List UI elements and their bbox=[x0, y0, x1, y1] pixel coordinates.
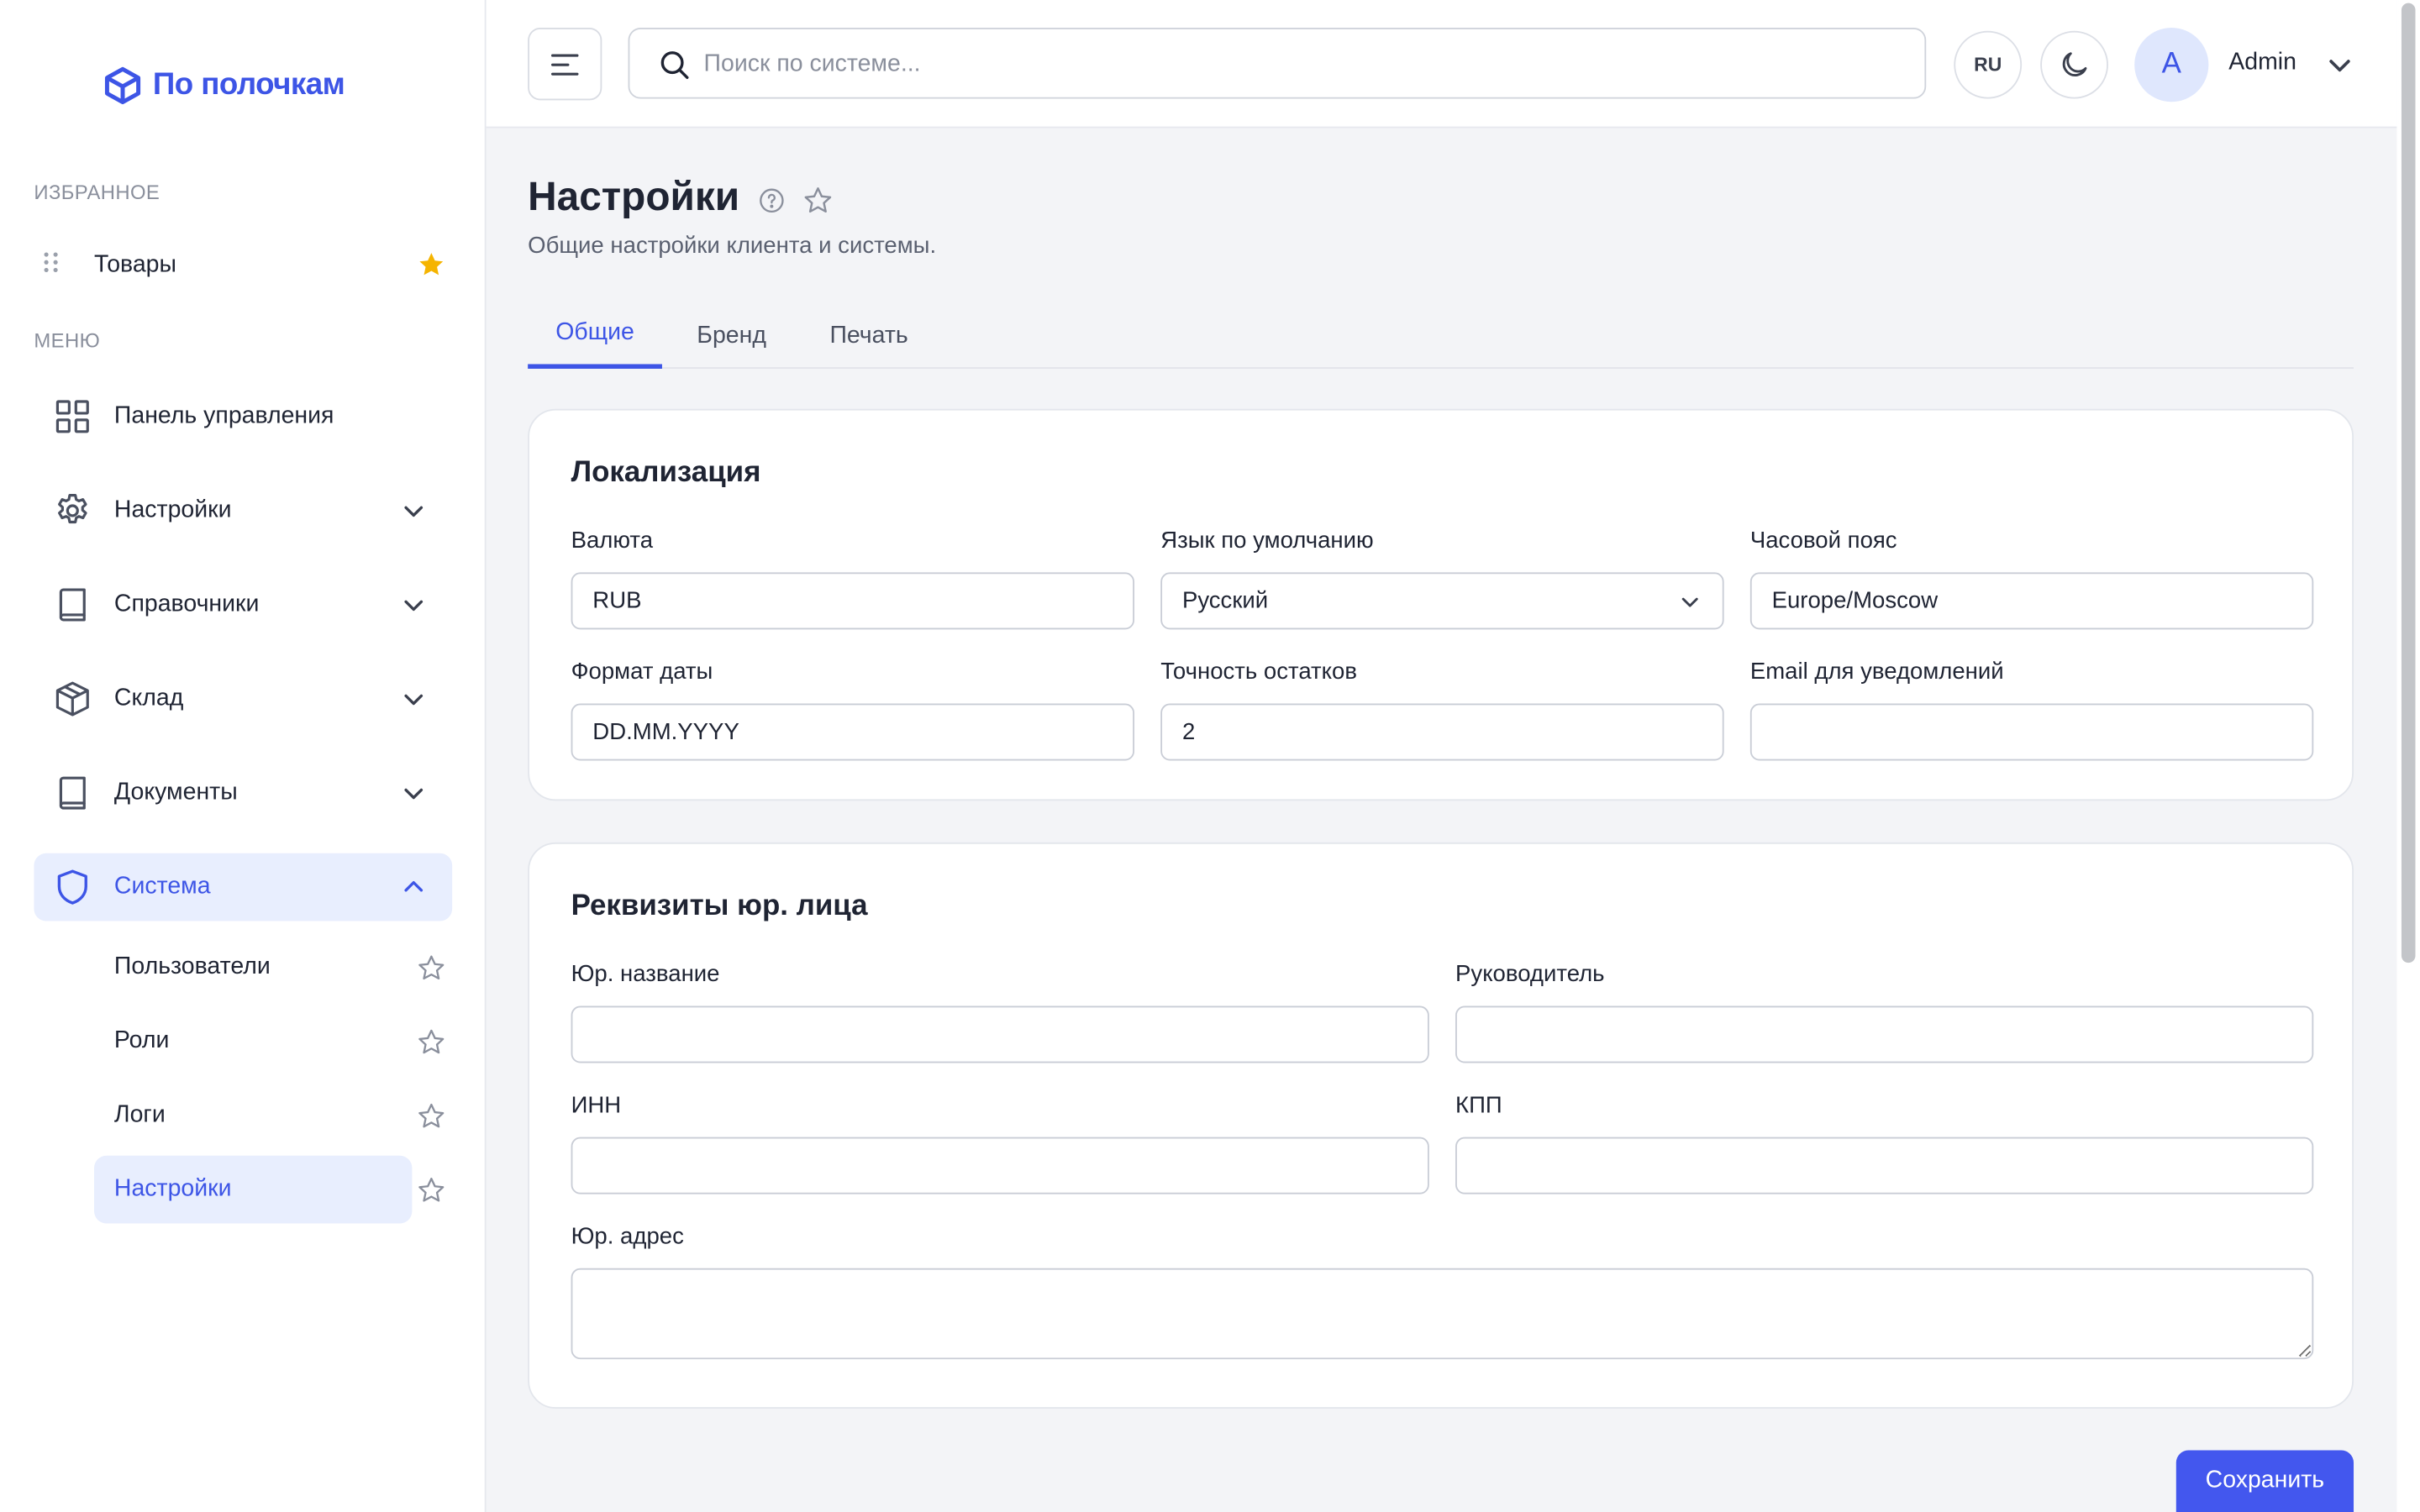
favorite-item-label: Товары bbox=[94, 251, 176, 278]
date-format-label: Формат даты bbox=[571, 659, 713, 685]
sidebar-item-documents[interactable]: Документы bbox=[34, 759, 452, 827]
currency-field[interactable] bbox=[571, 572, 1135, 630]
timezone-label: Часовой пояс bbox=[1749, 528, 1897, 554]
star-outline-icon[interactable] bbox=[417, 1176, 446, 1205]
star-outline-icon[interactable] bbox=[802, 185, 834, 216]
sidebar-item-settings[interactable]: Настройки bbox=[34, 477, 452, 545]
chevron-down-icon[interactable] bbox=[2326, 51, 2354, 79]
avatar[interactable]: A bbox=[2134, 28, 2209, 102]
shield-icon bbox=[57, 869, 87, 905]
sidebar-item-system[interactable]: Система bbox=[34, 853, 453, 921]
box-icon bbox=[55, 681, 89, 717]
sidebar-subitem-label: Пользователи bbox=[113, 953, 271, 980]
sidebar-item-label: Документы bbox=[113, 779, 238, 806]
legal-address-label: Юр. адрес bbox=[571, 1223, 684, 1250]
chevron-up-icon bbox=[404, 880, 424, 892]
tab-general[interactable]: Общие bbox=[528, 302, 662, 369]
notify-email-field[interactable] bbox=[1749, 703, 2314, 761]
legal-name-label: Юр. название bbox=[571, 961, 720, 988]
sidebar-item-label: Система bbox=[113, 873, 211, 900]
language-select[interactable]: Русский bbox=[1160, 572, 1724, 630]
brand-name: По полочкам bbox=[152, 67, 345, 102]
kpp-label: КПП bbox=[1455, 1092, 1502, 1119]
director-label: Руководитель bbox=[1455, 961, 1605, 988]
menu-icon bbox=[550, 53, 579, 75]
book-icon bbox=[59, 776, 86, 810]
director-field[interactable] bbox=[1455, 1005, 2314, 1063]
language-label: Язык по умолчанию bbox=[1160, 528, 1374, 554]
save-button[interactable]: Сохранить bbox=[2175, 1450, 2354, 1512]
kpp-field[interactable] bbox=[1455, 1137, 2314, 1194]
cube-logo-icon bbox=[104, 66, 141, 105]
stock-precision-field[interactable] bbox=[1160, 703, 1724, 761]
sidebar-item-label: Справочники bbox=[113, 591, 260, 617]
legal-details-card: Реквизиты юр. лица Юр. название Руководи… bbox=[528, 842, 2354, 1409]
tab-brand[interactable]: Бренд bbox=[675, 302, 789, 369]
language-select-value: Русский bbox=[1181, 587, 1269, 615]
inn-label: ИНН bbox=[571, 1092, 622, 1119]
star-outline-icon[interactable] bbox=[417, 953, 446, 983]
chevron-down-icon bbox=[404, 788, 424, 800]
sidebar-subitem-label: Логи bbox=[113, 1101, 166, 1128]
sidebar: По полочкам ИЗБРАННОЕ Товары МЕНЮ Панель… bbox=[0, 0, 487, 1512]
sidebar-item-warehouse[interactable]: Склад bbox=[34, 665, 452, 733]
inn-field[interactable] bbox=[571, 1137, 1429, 1194]
sidebar-subitem-settings[interactable]: Настройки bbox=[94, 1155, 413, 1224]
stock-precision-label: Точность остатков bbox=[1160, 659, 1357, 685]
sidebar-item-directories[interactable]: Справочники bbox=[34, 571, 452, 639]
grid-icon bbox=[55, 400, 89, 433]
page-title: Настройки bbox=[528, 172, 740, 219]
moon-icon bbox=[2062, 52, 2087, 76]
language-button[interactable]: RU bbox=[1954, 30, 2023, 99]
chevron-down-icon bbox=[1681, 597, 1698, 607]
localization-card: Локализация Валюта Язык по умолчанию Рус… bbox=[528, 408, 2354, 801]
topbar: RU A Admin bbox=[486, 0, 2397, 129]
tab-print[interactable]: Печать bbox=[812, 302, 926, 369]
sidebar-item-label: Настройки bbox=[113, 496, 232, 523]
gear-icon bbox=[58, 494, 87, 524]
scrollbar-thumb[interactable] bbox=[2401, 3, 2416, 963]
drag-handle-icon[interactable] bbox=[43, 249, 61, 282]
sidebar-subitem-logs[interactable]: Логи bbox=[94, 1082, 412, 1150]
chevron-down-icon bbox=[404, 694, 424, 706]
username[interactable]: Admin bbox=[2228, 50, 2296, 77]
favorite-item-products[interactable]: Товары bbox=[34, 239, 452, 291]
search-icon bbox=[660, 51, 689, 79]
date-format-field[interactable] bbox=[571, 703, 1135, 761]
star-outline-icon[interactable] bbox=[417, 1101, 446, 1131]
brand-logo[interactable]: По полочкам bbox=[102, 65, 345, 107]
legal-details-title: Реквизиты юр. лица bbox=[571, 890, 868, 923]
search-box[interactable] bbox=[628, 28, 1927, 99]
sidebar-subitem-roles[interactable]: Роли bbox=[94, 1007, 412, 1075]
localization-title: Локализация bbox=[571, 456, 761, 490]
star-filled-icon[interactable] bbox=[417, 250, 446, 287]
currency-label: Валюта bbox=[571, 528, 654, 554]
sidebar-subitem-users[interactable]: Пользователи bbox=[94, 933, 412, 1001]
page-subtitle: Общие настройки клиента и системы. bbox=[528, 233, 937, 260]
timezone-field[interactable] bbox=[1749, 572, 2314, 630]
help-icon[interactable] bbox=[758, 186, 786, 214]
legal-name-field[interactable] bbox=[571, 1005, 1429, 1063]
favorites-section-label: ИЗБРАННОЕ bbox=[34, 180, 160, 204]
sidebar-subitem-label: Роли bbox=[113, 1027, 170, 1054]
menu-section-label: МЕНЮ bbox=[34, 328, 101, 352]
star-outline-icon[interactable] bbox=[417, 1027, 446, 1057]
sidebar-item-label: Панель управления bbox=[113, 402, 334, 429]
sidebar-item-dashboard[interactable]: Панель управления bbox=[34, 383, 452, 451]
settings-tabs: Общие Бренд Печать bbox=[528, 302, 2354, 369]
notify-email-label: Email для уведомлений bbox=[1749, 659, 2004, 685]
sidebar-item-label: Склад bbox=[113, 685, 184, 711]
book-icon bbox=[59, 588, 86, 622]
legal-address-field[interactable] bbox=[571, 1268, 2314, 1360]
sidebar-subitem-label: Настройки bbox=[113, 1175, 232, 1202]
menu-toggle-button[interactable] bbox=[528, 28, 602, 101]
search-input[interactable] bbox=[703, 41, 1892, 88]
chevron-down-icon bbox=[404, 506, 424, 517]
theme-toggle-button[interactable] bbox=[2040, 30, 2108, 99]
chevron-down-icon bbox=[404, 600, 424, 612]
